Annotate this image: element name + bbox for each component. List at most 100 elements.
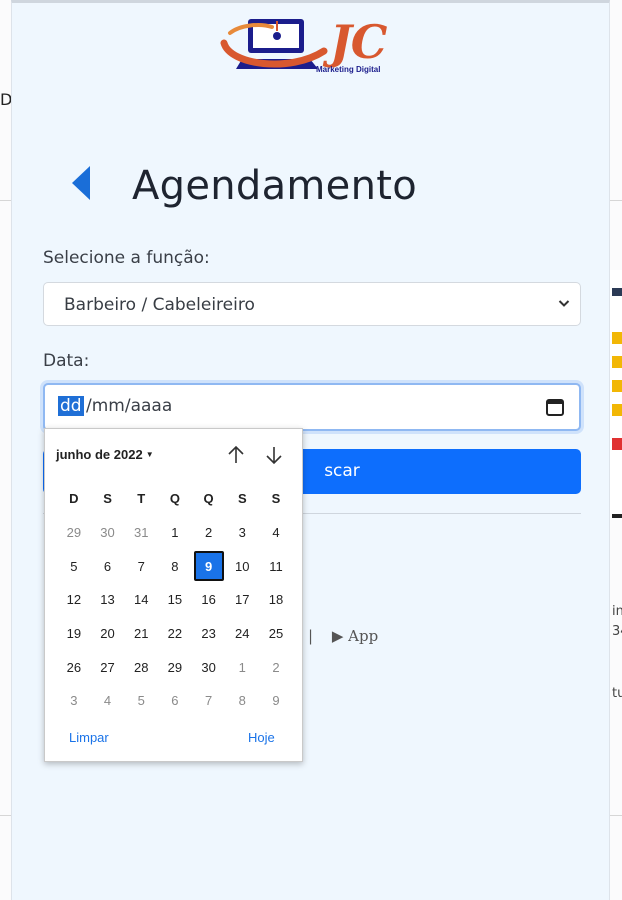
calendar-day[interactable]: 29	[158, 650, 192, 684]
weekday-label: S	[271, 491, 281, 506]
calendar-day[interactable]: 2	[192, 516, 226, 550]
calendar-day[interactable]: 10	[225, 550, 259, 584]
calendar-day[interactable]: 30	[192, 650, 226, 684]
calendar-day[interactable]: 25	[259, 617, 293, 651]
calendar-day[interactable]: 29	[57, 516, 91, 550]
day-grid: 29 30 31 1 2 3 4 5 6 7 8 9 10 11 12 13 14 15 16 17 18 19 20 21 2…	[57, 516, 293, 718]
month-year-label: junho de 2022	[56, 447, 143, 462]
calendar-day-number: 4	[103, 693, 112, 709]
calendar-day[interactable]: 31	[124, 516, 158, 550]
calendar-day-number: 2	[272, 659, 280, 675]
next-month-arrow-icon[interactable]	[263, 444, 285, 466]
background-text-fragment: in	[612, 604, 622, 619]
calendar-day-number: 5	[70, 558, 78, 574]
calendar-day-number: 19	[66, 626, 82, 642]
calendar-day[interactable]: 13	[91, 583, 125, 617]
date-month-year-segment[interactable]: /mm/aaaa	[86, 396, 172, 416]
calendar-day[interactable]: 11	[259, 550, 293, 584]
calendar-day[interactable]: 6	[91, 550, 125, 584]
calendar-day-number: 17	[235, 592, 250, 608]
calendar-day-number: 5	[137, 693, 145, 709]
back-button[interactable]	[68, 163, 94, 203]
weekday-label: D	[69, 491, 79, 506]
calendar-day[interactable]: 1	[225, 650, 259, 684]
calendar-day[interactable]: 9	[259, 684, 293, 718]
weekday-label: S	[237, 491, 247, 506]
back-arrow-icon	[72, 166, 90, 200]
calendar-day[interactable]: 8	[158, 550, 192, 584]
app-link[interactable]: ▶ App	[332, 627, 378, 645]
calendar-day-number: 24	[235, 626, 250, 642]
calendar-day[interactable]: 30	[91, 516, 125, 550]
calendar-day[interactable]: 8	[225, 684, 259, 718]
chevron-down-icon	[558, 300, 570, 307]
calendar-day[interactable]: 18	[259, 583, 293, 617]
calendar-day-number: 1	[238, 659, 246, 675]
calendar-day-number: 2	[204, 525, 213, 541]
calendar-day[interactable]: 27	[91, 650, 125, 684]
calendar-day[interactable]: 2	[259, 650, 293, 684]
calendar-day[interactable]: 12	[57, 583, 91, 617]
calendar-day[interactable]: 14	[124, 583, 158, 617]
calendar-day-number: 9	[193, 551, 224, 582]
calendar-day-number: 29	[66, 525, 82, 541]
calendar-day[interactable]: 24	[225, 617, 259, 651]
calendar-day-number: 7	[137, 558, 145, 574]
logo-subtitle: Marketing Digital	[316, 65, 381, 74]
calendar-day-selected[interactable]: 9	[192, 550, 226, 584]
calendar-day[interactable]: 19	[57, 617, 91, 651]
calendar-day[interactable]: 23	[192, 617, 226, 651]
calendar-day[interactable]: 5	[124, 684, 158, 718]
today-button[interactable]: Hoje	[248, 730, 275, 745]
calendar-day[interactable]: 4	[91, 684, 125, 718]
calendar-day[interactable]: 6	[158, 684, 192, 718]
calendar-day[interactable]: 17	[225, 583, 259, 617]
calendar-icon[interactable]	[545, 397, 565, 417]
calendar-day[interactable]: 22	[158, 617, 192, 651]
calendar-day-number: 26	[66, 659, 82, 675]
calendar-day-number: 22	[167, 626, 183, 642]
clear-date-button[interactable]: Limpar	[69, 730, 109, 745]
calendar-day-number: 6	[103, 558, 112, 574]
calendar-day[interactable]: 3	[57, 684, 91, 718]
previous-month-arrow-icon[interactable]	[225, 444, 247, 466]
background-divider	[610, 200, 622, 201]
calendar-day-number: 13	[100, 592, 115, 608]
calendar-day[interactable]: 16	[192, 583, 226, 617]
date-picker-popup: junho de 2022 ▼ D S T Q Q S S 29 30 31 1 2 3 4 5…	[44, 428, 303, 762]
calendar-day-number: 14	[133, 592, 149, 608]
calendar-day-number: 10	[235, 558, 250, 574]
calendar-day-number: 28	[133, 659, 149, 675]
calendar-day[interactable]: 7	[192, 684, 226, 718]
calendar-day-number: 20	[100, 626, 115, 642]
calendar-day[interactable]: 26	[57, 650, 91, 684]
calendar-day-number: 9	[272, 693, 280, 709]
function-select[interactable]: Barbeiro / Cabeleireiro	[43, 282, 581, 326]
calendar-day-number: 8	[171, 558, 179, 574]
calendar-day[interactable]: 3	[225, 516, 259, 550]
caret-down-icon: ▼	[145, 450, 154, 459]
calendar-day[interactable]: 5	[57, 550, 91, 584]
calendar-day-number: 25	[268, 626, 284, 642]
calendar-day[interactable]: 4	[259, 516, 293, 550]
calendar-day-number: 11	[269, 558, 283, 574]
calendar-day[interactable]: 21	[124, 617, 158, 651]
calendar-day-number: 27	[100, 659, 115, 675]
calendar-day[interactable]: 15	[158, 583, 192, 617]
calendar-day[interactable]: 28	[124, 650, 158, 684]
date-day-segment[interactable]: dd	[58, 396, 84, 416]
month-year-selector[interactable]: junho de 2022 ▼	[56, 447, 154, 462]
calendar-day[interactable]: 7	[124, 550, 158, 584]
calendar-day-number: 3	[70, 693, 78, 709]
function-select-value: Barbeiro / Cabeleireiro	[64, 295, 255, 315]
search-button-label: scar	[324, 461, 360, 481]
calendar-day-number: 1	[171, 525, 179, 541]
calendar-day-number: 3	[238, 525, 246, 541]
calendar-day-number: 16	[201, 592, 216, 608]
calendar-day[interactable]: 1	[158, 516, 192, 550]
calendar-day-number: 30	[201, 659, 216, 675]
calendar-day-number: 7	[204, 693, 213, 709]
weekday-header: D S T Q Q S S	[57, 491, 293, 506]
calendar-day[interactable]: 20	[91, 617, 125, 651]
date-input[interactable]: dd /mm/aaaa	[43, 383, 581, 431]
